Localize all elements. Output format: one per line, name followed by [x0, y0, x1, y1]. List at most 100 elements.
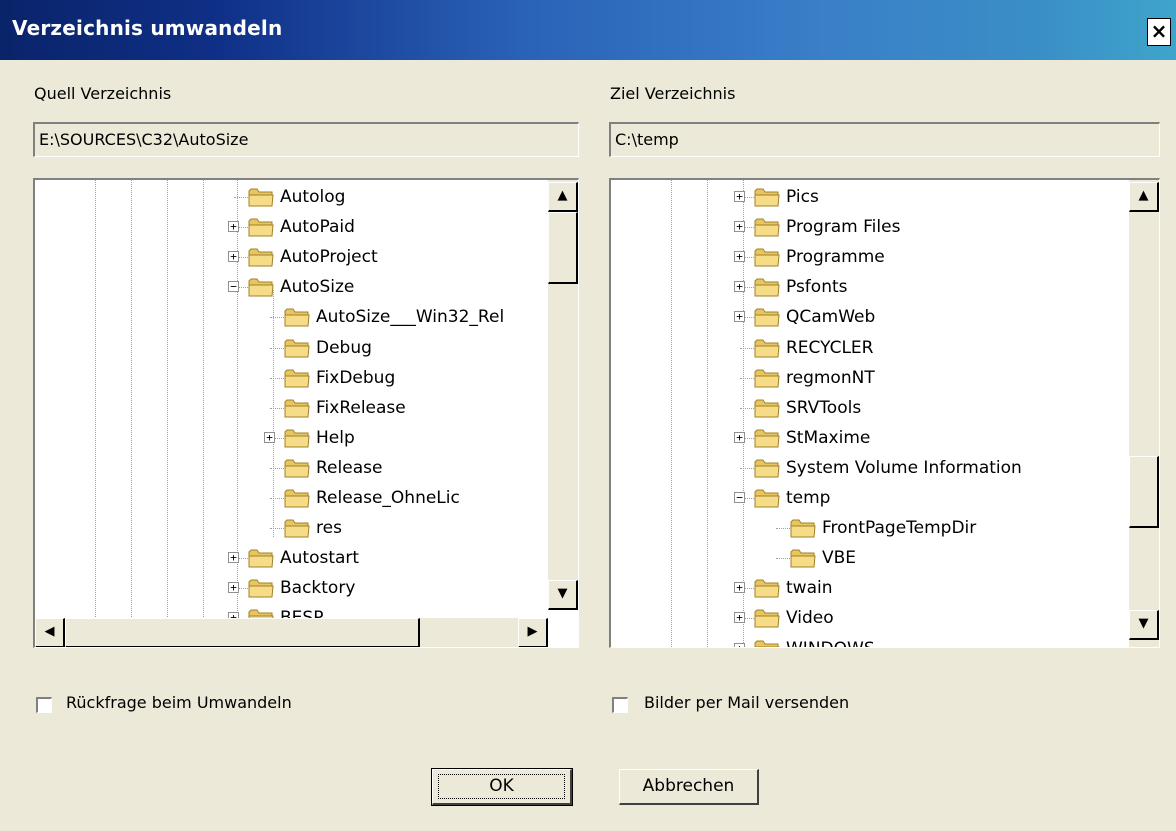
collapse-icon[interactable]: − [734, 492, 745, 503]
tree-item[interactable]: + AutoProject [35, 243, 555, 273]
tree-item-label: Psfonts [786, 277, 848, 298]
tree-item-label: twain [786, 578, 833, 599]
expand-icon[interactable]: + [228, 251, 239, 263]
tree-item[interactable]: + Help [35, 424, 555, 454]
tree-item[interactable]: − temp [611, 484, 1131, 514]
collapse-icon[interactable]: − [228, 281, 239, 293]
tree-item-label: WINDOWS [786, 639, 875, 648]
tree-item[interactable]: + StMaxime [611, 424, 1131, 454]
tree-item-label: Autolog [280, 187, 346, 207]
expand-icon[interactable]: + [734, 191, 745, 202]
scroll-left-arrow-icon[interactable]: ◀ [35, 618, 65, 647]
source-path-field[interactable]: E:\SOURCES\C32\AutoSize [33, 122, 579, 157]
tree-item[interactable]: + Psfonts [611, 273, 1131, 303]
scroll-right-arrow-icon[interactable]: ▶ [518, 618, 548, 647]
tree-item[interactable]: SRVTools [611, 394, 1131, 424]
tree-item[interactable]: + Programme [611, 243, 1131, 273]
scroll-down-arrow-icon[interactable]: ▼ [548, 580, 578, 610]
tree-item[interactable]: + WINDOWS [611, 635, 1131, 648]
expand-icon[interactable]: + [228, 552, 239, 564]
tree-item[interactable]: + AutoPaid [35, 213, 555, 243]
tree-item-label: Program Files [786, 217, 901, 238]
folder-icon [754, 306, 780, 328]
tree-item-label: res [316, 518, 342, 539]
scroll-up-arrow-icon[interactable]: ▲ [1129, 182, 1159, 212]
folder-icon [284, 337, 310, 359]
expand-icon[interactable]: + [264, 431, 275, 443]
cancel-button[interactable]: Abbrechen [619, 769, 759, 805]
tree-item[interactable]: + QCamWeb [611, 303, 1131, 333]
folder-icon [284, 517, 310, 539]
tree-item[interactable]: + Video [611, 604, 1131, 634]
tree-item[interactable]: VBE [611, 544, 1131, 574]
expand-icon[interactable]: + [228, 582, 239, 594]
tree-item[interactable]: + Pics [611, 183, 1131, 213]
title-bar: Verzeichnis umwandeln × [0, 0, 1176, 60]
confirm-convert-checkbox[interactable] [36, 697, 52, 713]
tree-item-label: AutoPaid [280, 217, 355, 238]
expand-icon[interactable]: + [734, 221, 745, 233]
horizontal-scroll-thumb[interactable] [65, 618, 420, 647]
tree-item[interactable]: System Volume Information [611, 454, 1131, 484]
tree-item[interactable]: Release_OhneLic [35, 484, 555, 514]
tree-item[interactable]: regmonNT [611, 364, 1131, 394]
tree-item-label: Programme [786, 247, 885, 268]
tree-item[interactable]: FixRelease [35, 394, 555, 424]
folder-icon [754, 337, 780, 359]
confirm-convert-label: Rückfrage beim Umwandeln [66, 693, 292, 712]
folder-icon [284, 427, 310, 449]
scroll-up-arrow-icon[interactable]: ▲ [548, 182, 578, 212]
folder-icon [284, 487, 310, 509]
focus-rectangle [438, 774, 565, 799]
folder-icon [284, 397, 310, 419]
folder-icon [248, 216, 274, 238]
tree-item[interactable]: − AutoSize [35, 273, 555, 303]
expand-icon[interactable]: + [228, 221, 239, 233]
expand-icon[interactable]: + [734, 251, 745, 263]
tree-item-label: regmonNT [786, 367, 875, 388]
tree-item-label: Autostart [280, 548, 360, 569]
tree-item-label: RECYCLER [786, 337, 874, 358]
tree-item-label: Debug [316, 337, 372, 358]
source-vertical-scrollbar[interactable]: ▲ ▼ [548, 180, 578, 610]
folder-icon [248, 246, 274, 268]
tree-item[interactable]: Autolog [35, 183, 555, 213]
source-folder-tree[interactable]: Autolog + AutoPaid + AutoProject − AutoSize Aut… [33, 178, 579, 648]
close-button[interactable]: × [1147, 18, 1171, 46]
folder-icon [284, 367, 310, 389]
expand-icon[interactable]: + [734, 281, 745, 293]
folder-icon [754, 216, 780, 238]
ok-button[interactable]: OK [431, 768, 573, 806]
tree-item[interactable]: FixDebug [35, 364, 555, 394]
folder-icon [754, 487, 780, 509]
scroll-thumb[interactable] [1129, 456, 1159, 528]
tree-item[interactable]: + Program Files [611, 213, 1131, 243]
tree-item-label: SRVTools [786, 397, 862, 418]
tree-item[interactable]: Debug [35, 334, 555, 364]
tree-item[interactable]: Release [35, 454, 555, 484]
scroll-thumb[interactable] [548, 212, 578, 284]
tree-item-label: FixRelease [316, 397, 406, 418]
folder-icon [754, 457, 780, 479]
tree-item[interactable]: + twain [611, 574, 1131, 604]
expand-icon[interactable]: + [734, 642, 745, 647]
expand-icon[interactable]: + [734, 612, 745, 624]
scroll-down-arrow-icon[interactable]: ▼ [1129, 610, 1159, 640]
source-horizontal-scrollbar[interactable]: ◀ ▶ [35, 618, 548, 647]
target-path-field[interactable]: C:\temp [609, 122, 1160, 157]
target-vertical-scrollbar[interactable]: ▲ ▼ [1129, 180, 1159, 647]
folder-icon [754, 246, 780, 268]
tree-item[interactable]: res [35, 514, 555, 544]
tree-item-label: AutoSize [280, 277, 355, 298]
target-folder-tree[interactable]: + Pics + Program Files + Programme + Psfonts + QC… [609, 178, 1160, 648]
tree-item[interactable]: + Backtory [35, 574, 555, 604]
expand-icon[interactable]: + [734, 431, 745, 443]
expand-icon[interactable]: + [734, 311, 745, 323]
tree-item[interactable]: + Autostart [35, 544, 555, 574]
tree-item[interactable]: FrontPageTempDir [611, 514, 1131, 544]
expand-icon[interactable]: + [734, 582, 745, 594]
mail-images-checkbox[interactable] [612, 697, 628, 713]
tree-item[interactable]: AutoSize___Win32_Rel [35, 303, 555, 333]
tree-item[interactable]: RECYCLER [611, 334, 1131, 364]
window-title: Verzeichnis umwandeln [12, 16, 283, 40]
